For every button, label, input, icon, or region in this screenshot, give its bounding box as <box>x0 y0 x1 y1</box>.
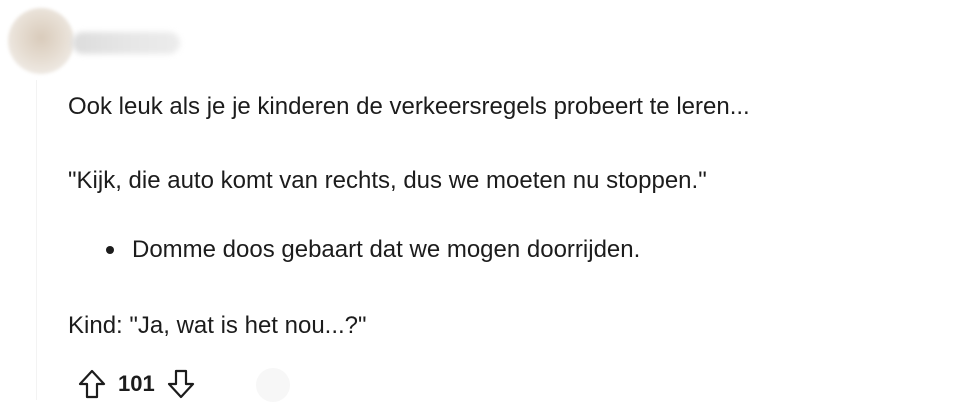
list-item: Domme doos gebaart dat we mogen doorrijd… <box>104 235 640 265</box>
thread-line[interactable] <box>36 80 37 400</box>
downvote-arrow-icon <box>167 369 194 399</box>
reply-button[interactable] <box>256 368 290 402</box>
downvote-button[interactable] <box>161 364 201 404</box>
comment: Ook leuk als je je kinderen de verkeersr… <box>0 0 980 414</box>
upvote-button[interactable] <box>72 364 112 404</box>
avatar[interactable] <box>8 8 74 74</box>
action-bar: 101 <box>72 364 201 404</box>
upvote-arrow-icon <box>78 369 106 399</box>
comment-paragraph-2: "Kijk, die auto komt van rechts, dus we … <box>68 167 707 194</box>
list-item-text: Domme doos gebaart dat we mogen doorrijd… <box>132 236 641 263</box>
vote-score: 101 <box>118 371 155 396</box>
bullet-list: Domme doos gebaart dat we mogen doorrijd… <box>104 235 640 265</box>
bullet-dot-icon <box>106 246 114 254</box>
username[interactable] <box>72 32 180 54</box>
comment-paragraph-3: Kind: "Ja, wat is het nou...?" <box>68 312 367 339</box>
comment-paragraph-1: Ook leuk als je je kinderen de verkeersr… <box>68 93 750 120</box>
